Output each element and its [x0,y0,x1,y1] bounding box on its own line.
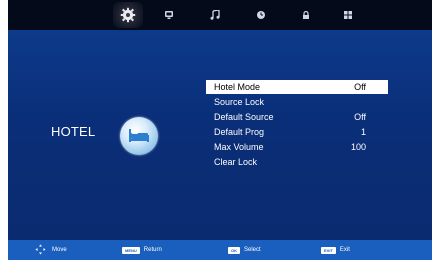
page-title: HOTEL [51,124,96,139]
menu-item-label: Source Lock [214,97,265,107]
tv-osd-frame: HOTEL Hotel Mode Off Source Lock Default… [0,0,438,260]
menu-item-default-source[interactable]: Default Source Off [206,110,388,124]
menu-tab-bar [8,0,432,30]
menu-item-value: Off [354,82,366,92]
hint-exit: EXIT Exit [321,240,350,260]
menu-item-label: Clear Lock [214,157,258,167]
menu-item-label: Hotel Mode [214,82,261,92]
hint-move-label: Move [52,247,67,253]
menu-item-source-lock[interactable]: Source Lock [206,95,388,109]
menu-item-label: Max Volume [214,142,264,152]
tab-setup-gear-icon[interactable] [113,2,143,28]
key-hint-bar: Move MENU Return OK Select EXIT Exit [8,240,432,260]
dpad-arrows-icon [35,244,46,257]
menu-item-clear-lock[interactable]: Clear Lock [206,155,388,169]
menu-key-icon: MENU [122,246,140,254]
tab-hotel-grid-icon[interactable] [339,6,357,24]
hint-return-label: Return [143,247,162,253]
tab-sound-music-icon[interactable] [206,6,224,24]
ok-key-icon: OK [228,246,240,254]
menu-item-default-prog[interactable]: Default Prog 1 [206,125,388,139]
hotel-settings-menu: Hotel Mode Off Source Lock Default Sourc… [206,80,388,170]
left-edge [0,0,8,260]
tab-time-clock-icon[interactable] [252,6,270,24]
hint-return: MENU Return [122,240,162,260]
right-edge [432,0,438,260]
hint-move: Move [35,240,67,260]
menu-item-value: 100 [350,142,366,152]
menu-item-max-volume[interactable]: Max Volume 100 [206,140,388,154]
hint-select-label: Select [244,247,261,253]
tab-channel-tv-icon[interactable] [160,6,178,24]
exit-key-icon: EXIT [321,246,336,254]
tab-lock-icon[interactable] [297,6,315,24]
menu-item-value: Off [354,112,366,122]
hint-exit-label: Exit [339,247,350,253]
menu-item-label: Default Prog [214,127,265,137]
menu-item-hotel-mode[interactable]: Hotel Mode Off [206,80,388,94]
hotel-bed-icon [120,117,158,155]
menu-item-label: Default Source [214,112,274,122]
hint-select: OK Select [228,240,261,260]
menu-item-value: 1 [360,127,366,137]
